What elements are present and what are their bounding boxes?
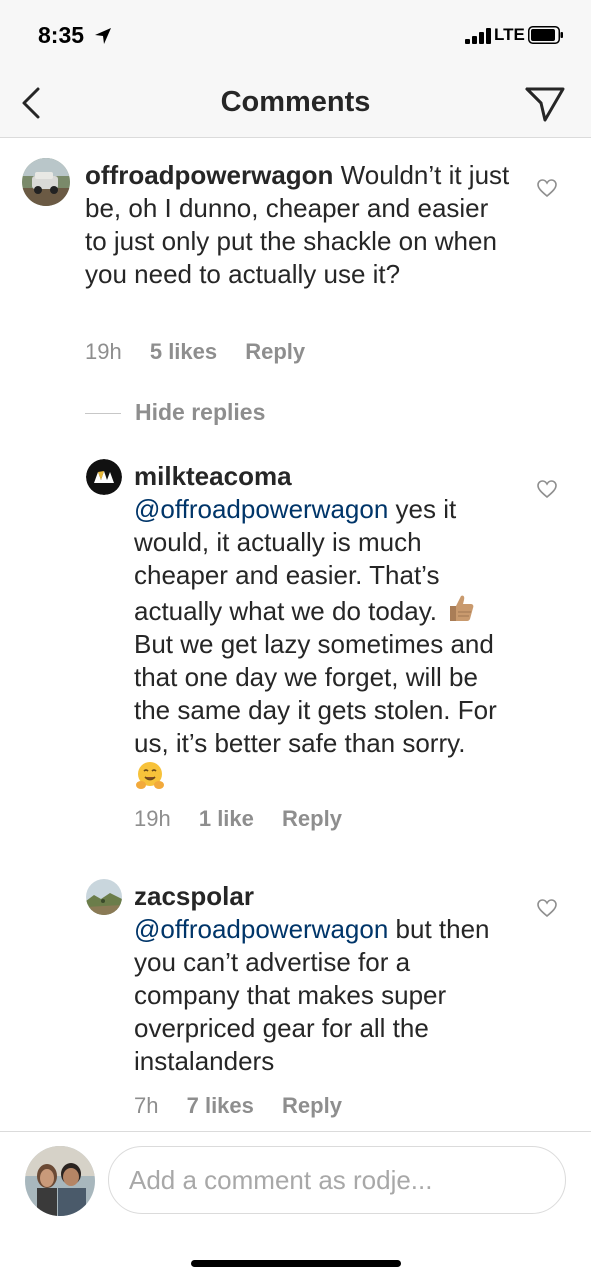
reply-username[interactable]: milkteacoma	[134, 460, 504, 493]
reply-button[interactable]: Reply	[245, 339, 305, 364]
reply-button[interactable]: Reply	[282, 806, 342, 831]
avatar[interactable]	[22, 158, 70, 206]
comment-meta: 19h 5 likes Reply	[85, 339, 327, 365]
avatar	[25, 1146, 95, 1216]
hugging-face-emoji-icon	[136, 762, 164, 789]
comment-time: 19h	[85, 339, 122, 364]
mention-link[interactable]: @offroadpowerwagon	[134, 494, 388, 524]
home-indicator[interactable]	[191, 1260, 401, 1267]
mention-link[interactable]: @offroadpowerwagon	[134, 914, 388, 944]
location-arrow-icon	[95, 28, 111, 44]
heart-outline-icon[interactable]	[536, 898, 558, 918]
avatar[interactable]	[86, 459, 122, 495]
reply-body: milkteacoma @offroadpowerwagon yes it wo…	[134, 460, 504, 796]
status-bar: 8:35 LTE	[0, 0, 591, 70]
reply-time: 19h	[134, 806, 171, 831]
cellular-signal-icon	[465, 28, 491, 44]
reply-text: But we get lazy sometimes and that one d…	[134, 629, 497, 758]
direct-send-icon[interactable]	[524, 84, 566, 124]
network-type: LTE	[494, 25, 525, 44]
divider	[85, 413, 121, 414]
reply-body: zacspolar @offroadpowerwagon but then yo…	[134, 880, 509, 1078]
heart-outline-icon[interactable]	[536, 178, 558, 198]
comment-input[interactable]	[108, 1146, 566, 1214]
reply-button[interactable]: Reply	[282, 1093, 342, 1118]
nav-bar: Comments	[0, 70, 591, 138]
comment-username[interactable]: offroadpowerwagon	[85, 160, 333, 190]
avatar[interactable]	[86, 879, 122, 915]
hide-replies-label: Hide replies	[135, 399, 266, 425]
battery-icon	[528, 26, 563, 44]
reply-time: 7h	[134, 1093, 159, 1118]
reply-meta: 19h 1 like Reply	[134, 806, 364, 832]
comment-likes[interactable]: 5 likes	[150, 339, 217, 364]
thumbs-up-emoji-icon	[450, 595, 474, 621]
comment-composer	[0, 1131, 591, 1280]
heart-outline-icon[interactable]	[536, 479, 558, 499]
reply-likes[interactable]: 7 likes	[187, 1093, 254, 1118]
comment-body: offroadpowerwagon Wouldn’t it just be, o…	[85, 159, 510, 291]
reply-likes[interactable]: 1 like	[199, 806, 254, 831]
page-title: Comments	[220, 86, 371, 118]
status-time: 8:35	[38, 22, 85, 48]
reply-meta: 7h 7 likes Reply	[134, 1093, 364, 1119]
reply-username[interactable]: zacspolar	[134, 880, 509, 913]
